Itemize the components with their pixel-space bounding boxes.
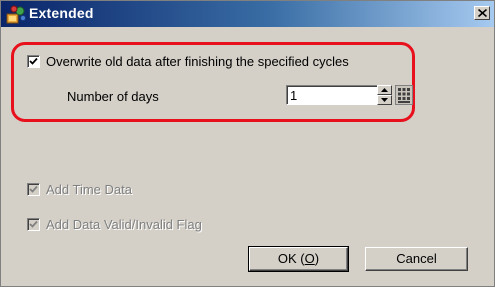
spin-up-button[interactable]: [377, 85, 392, 95]
app-extended-icon: [5, 5, 27, 25]
window-title: Extended: [29, 5, 94, 21]
arrow-down-icon: [381, 98, 388, 102]
ok-label-prefix: OK (: [277, 251, 305, 266]
number-of-days-spinner: [377, 85, 392, 105]
close-button[interactable]: [474, 6, 490, 20]
extended-dialog: Extended Overwrite old data after finish…: [0, 0, 495, 287]
keypad-icon: [395, 85, 413, 105]
spin-down-button[interactable]: [377, 95, 392, 105]
overwrite-checkbox[interactable]: [27, 55, 40, 68]
checkmark-icon: [29, 185, 38, 193]
cancel-button[interactable]: Cancel: [365, 247, 468, 271]
number-of-days-label: Number of days: [67, 89, 159, 104]
close-icon: [478, 9, 487, 17]
overwrite-label[interactable]: Overwrite old data after finishing the s…: [46, 54, 349, 69]
number-of-days-input[interactable]: 1: [286, 85, 378, 105]
checkmark-icon: [29, 220, 38, 228]
ok-button[interactable]: OK (O): [248, 246, 349, 272]
title-bar[interactable]: Extended: [1, 1, 494, 27]
add-time-data-label: Add Time Data: [46, 182, 132, 197]
add-valid-flag-label: Add Data Valid/Invalid Flag: [46, 217, 202, 232]
ok-accelerator-key: O: [304, 251, 315, 266]
checkmark-icon: [29, 57, 38, 65]
keypad-button[interactable]: [395, 85, 413, 105]
add-time-data-checkbox[interactable]: [27, 183, 40, 196]
add-valid-flag-checkbox[interactable]: [27, 218, 40, 231]
arrow-up-icon: [381, 88, 388, 92]
ok-label-suffix: ): [314, 251, 320, 266]
